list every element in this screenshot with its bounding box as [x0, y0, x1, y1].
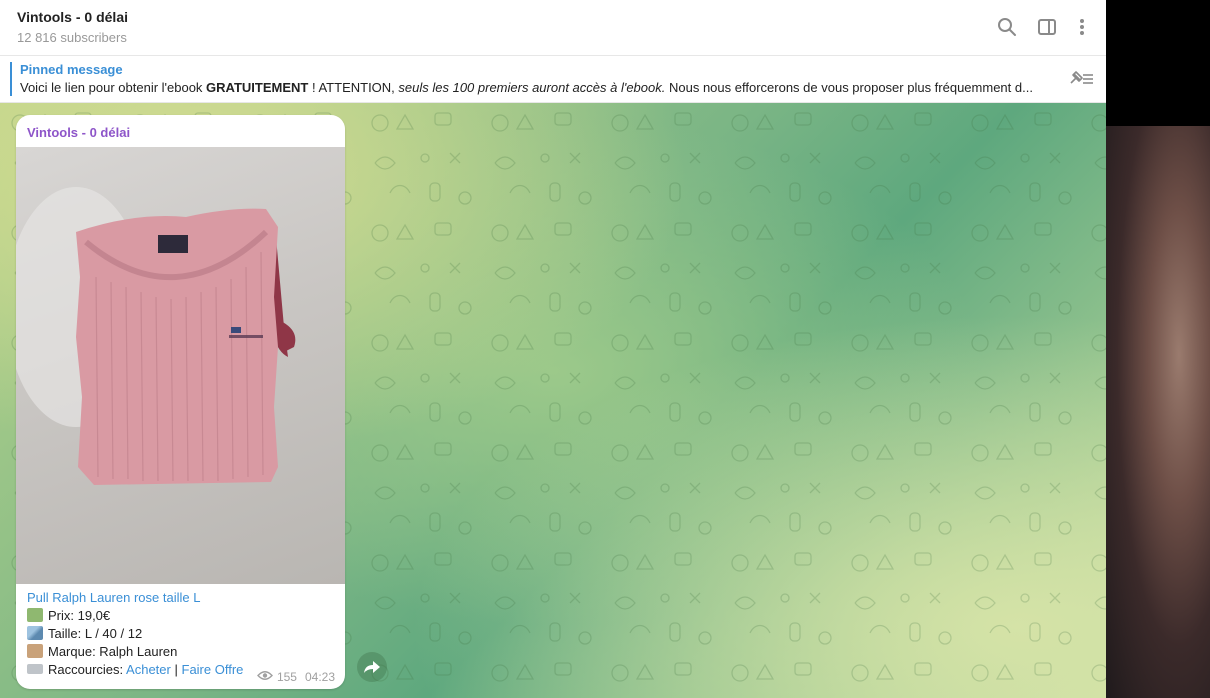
camera-overlay [1106, 0, 1210, 698]
chat-area[interactable]: Vintools - 0 délai Pull Ralph Lauren ros… [0, 103, 1106, 698]
buy-link[interactable]: Acheter [126, 662, 171, 677]
price-line: Prix: 19,0€ [27, 607, 243, 625]
product-photo[interactable] [16, 147, 345, 584]
pinned-label: Pinned message [20, 62, 123, 77]
webcam-feed [1106, 126, 1210, 698]
make-offer-link[interactable]: Faire Offre [182, 662, 244, 677]
person-icon [27, 644, 43, 658]
forward-icon [364, 661, 380, 673]
pinned-message-bar[interactable]: Pinned message Voici le lien pour obteni… [0, 56, 1106, 103]
message-time: 04:23 [304, 670, 335, 684]
telegram-window: Vintools - 0 délai 12 816 subscribers Pi… [0, 0, 1106, 698]
message-sender[interactable]: Vintools - 0 délai [27, 125, 130, 140]
chat-header: Vintools - 0 délai 12 816 subscribers [0, 0, 1106, 56]
channel-title[interactable]: Vintools - 0 délai [17, 9, 128, 25]
pinned-text: Voici le lien pour obtenir l'ebook GRATU… [20, 80, 1033, 95]
subscriber-count: 12 816 subscribers [17, 30, 127, 45]
more-vertical-icon[interactable] [1070, 15, 1094, 39]
views-icon [256, 670, 273, 684]
search-icon[interactable] [995, 15, 1019, 39]
view-count: 155 [276, 670, 297, 684]
forward-button[interactable] [357, 652, 387, 682]
ruler-icon [27, 626, 43, 640]
money-icon [27, 608, 43, 622]
pinned-list-icon[interactable] [1066, 68, 1096, 90]
message-meta: 155 04:23 [256, 670, 335, 684]
brand-line: Marque: Ralph Lauren [27, 643, 243, 661]
message-bubble[interactable]: Vintools - 0 délai Pull Ralph Lauren ros… [16, 115, 345, 689]
product-title[interactable]: Pull Ralph Lauren rose taille L [27, 589, 243, 607]
size-line: Taille: L / 40 / 12 [27, 625, 243, 643]
pinned-accent-bar [10, 62, 12, 96]
link-separator: | [174, 662, 178, 677]
sidebar-toggle-icon[interactable] [1035, 15, 1059, 39]
keyboard-icon [27, 664, 43, 674]
message-caption: Pull Ralph Lauren rose taille L Prix: 19… [27, 589, 243, 679]
shortcuts-line: Raccourcies: Acheter | Faire Offre [27, 661, 243, 679]
